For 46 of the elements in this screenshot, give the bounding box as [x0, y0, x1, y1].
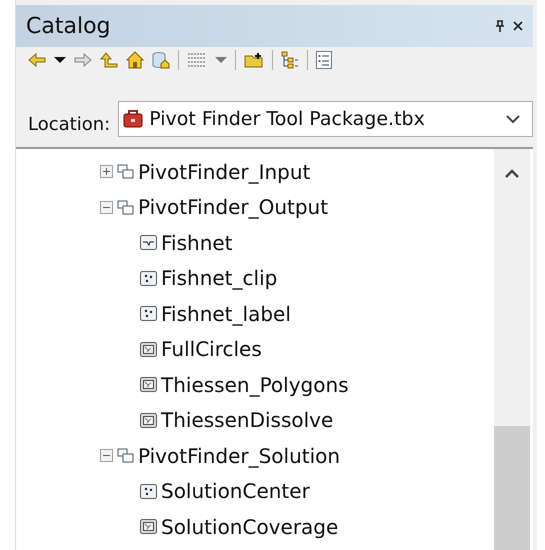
point-feature-icon	[140, 270, 157, 286]
tree-item[interactable]: Fishnet	[161, 230, 233, 255]
table-view-icon[interactable]	[187, 52, 207, 68]
feature-dataset-icon	[117, 200, 134, 215]
location-label: Location:	[28, 114, 110, 137]
tree-item[interactable]: SolutionCoverage	[161, 514, 338, 539]
list-view-icon[interactable]	[316, 51, 332, 69]
point-feature-icon	[140, 484, 157, 499]
tree-item[interactable]: PivotFinder_Output	[138, 195, 328, 220]
line-feature-icon	[140, 235, 157, 250]
tree-item[interactable]: PivotFinder_Input	[138, 160, 310, 184]
feature-dataset-icon	[117, 448, 134, 464]
home-icon[interactable]	[126, 51, 144, 69]
tree-view-icon[interactable]	[281, 51, 299, 69]
tree-item[interactable]: Thiessen_Polygons	[161, 372, 349, 397]
pin-icon[interactable]	[495, 20, 505, 32]
expander-icon[interactable]	[100, 165, 113, 178]
up-arrow-icon[interactable]	[100, 52, 118, 68]
toolbox-icon	[123, 110, 144, 128]
dropdown-icon[interactable]	[54, 56, 66, 64]
location-dropdown[interactable]: Pivot Finder Tool Package.tbx	[118, 101, 533, 137]
tree-item[interactable]: PivotFinder_Solution	[138, 444, 340, 468]
polygon-feature-icon	[140, 342, 157, 357]
tree-item[interactable]: Fishnet_clip	[161, 266, 278, 290]
polygon-feature-icon	[140, 519, 157, 534]
chevron-down-icon[interactable]	[506, 114, 520, 124]
scroll-up-icon[interactable]	[505, 169, 519, 178]
add-folder-icon[interactable]	[244, 52, 264, 68]
tree-item[interactable]: SolutionCenter	[161, 479, 310, 504]
location-value: Pivot Finder Tool Package.tbx	[149, 108, 426, 130]
scrollbar-thumb[interactable]	[494, 426, 530, 550]
back-arrow-icon[interactable]	[28, 52, 46, 68]
expander-icon[interactable]	[100, 200, 113, 214]
panel-title: Catalog	[26, 14, 110, 38]
polygon-feature-icon	[140, 377, 157, 392]
tree-item[interactable]: FullCircles	[161, 337, 262, 362]
tree-item[interactable]: Fishnet_label	[161, 302, 291, 326]
expander-icon[interactable]	[100, 449, 113, 462]
point-feature-icon	[140, 306, 157, 322]
polygon-feature-icon	[140, 412, 157, 428]
close-icon[interactable]	[513, 21, 523, 31]
tree-item[interactable]: ThiessenDissolve	[161, 408, 334, 432]
scrollbar[interactable]	[494, 149, 530, 550]
feature-dataset-icon	[117, 164, 134, 180]
database-home-icon[interactable]	[152, 51, 170, 69]
forward-arrow-icon[interactable]	[74, 52, 92, 68]
